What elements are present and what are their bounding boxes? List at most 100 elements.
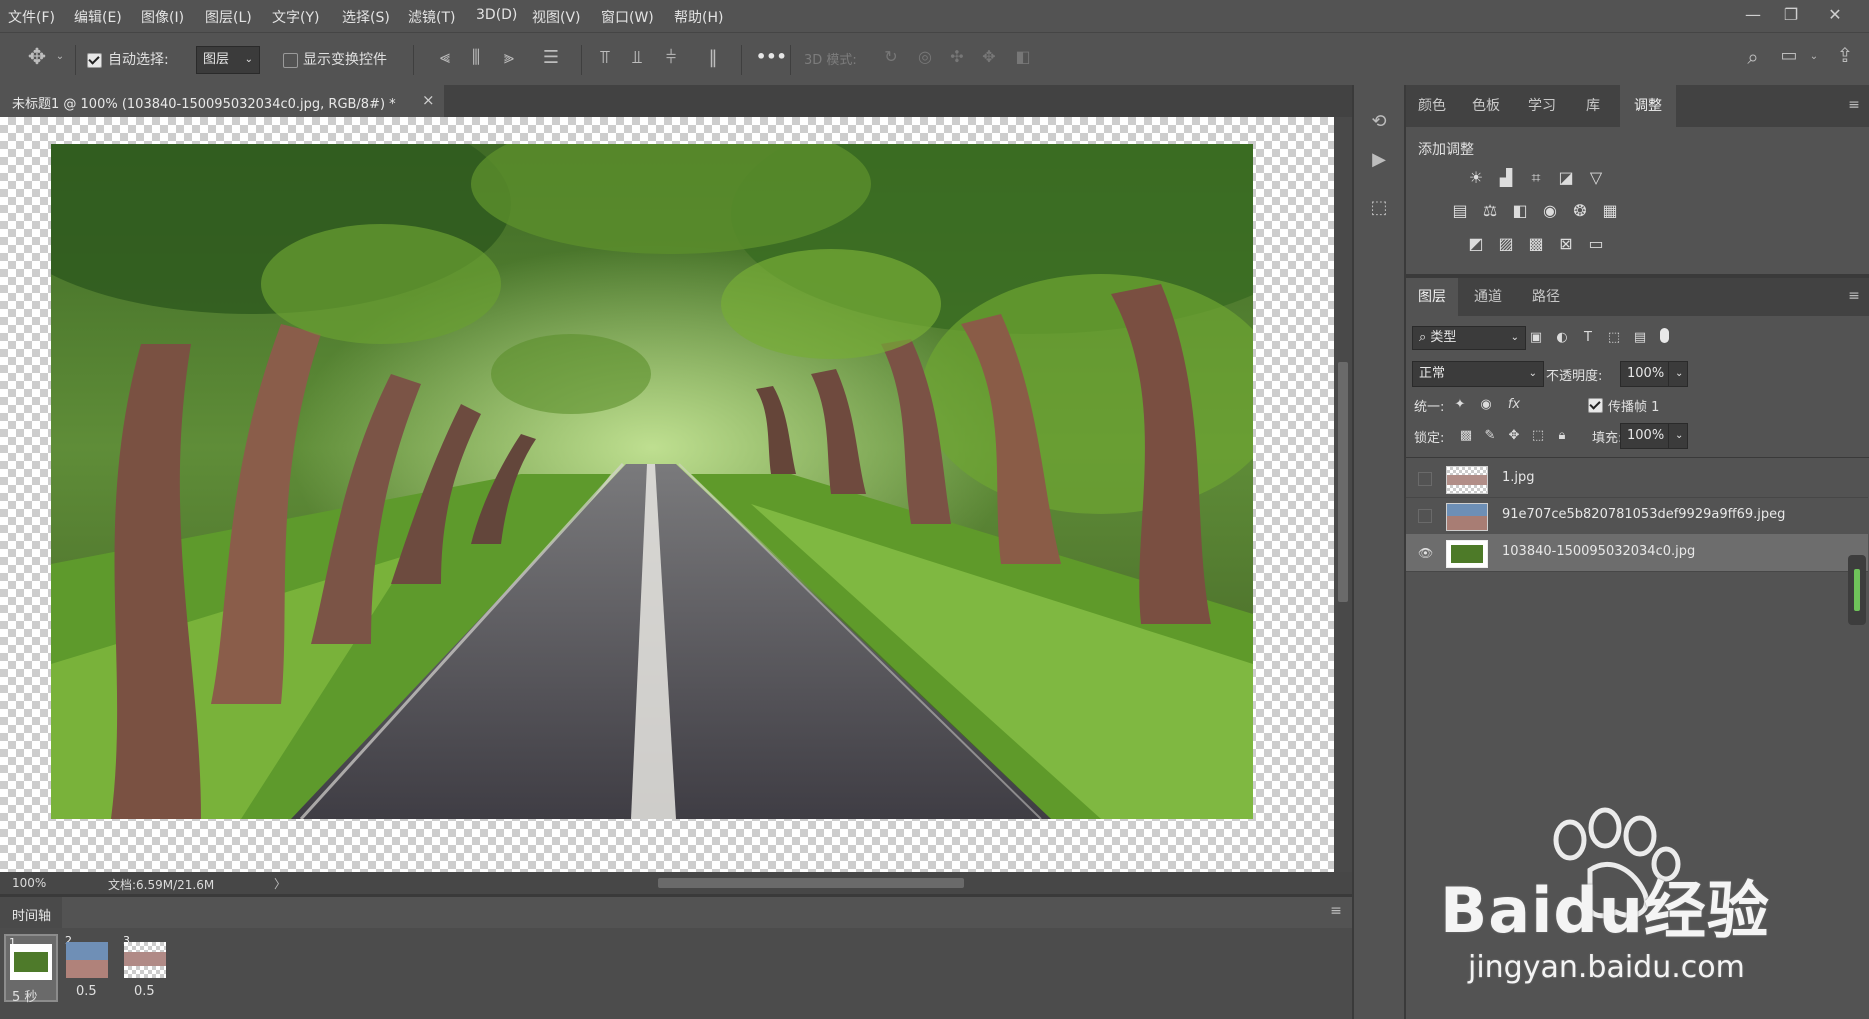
close-tab-button[interactable]: × bbox=[422, 91, 435, 109]
timeline-tab[interactable]: 时间轴 bbox=[0, 897, 62, 928]
tab-layers[interactable]: 图层 bbox=[1406, 278, 1458, 316]
unify-style-icon[interactable]: fx bbox=[1504, 396, 1524, 414]
menu-filter[interactable]: 滤镜(T) bbox=[408, 7, 455, 27]
frame-duration[interactable]: 5 秒 bbox=[12, 986, 37, 1005]
black-white-icon[interactable]: ◧ bbox=[1510, 202, 1530, 220]
distribute-vertical-icon[interactable]: ‖ bbox=[702, 47, 724, 68]
layer-filter-dropdown[interactable]: ⌕ 类型 ⌄ bbox=[1412, 326, 1526, 350]
timeline-frame[interactable]: 3 0.5 bbox=[120, 934, 170, 999]
menu-layer[interactable]: 图层(L) bbox=[205, 7, 252, 27]
tab-adjustments[interactable]: 调整 bbox=[1620, 85, 1676, 127]
tab-color[interactable]: 颜色 bbox=[1406, 85, 1458, 127]
lock-pixels-icon[interactable]: ✎ bbox=[1480, 427, 1500, 445]
lock-position-icon[interactable]: ✥ bbox=[1504, 427, 1524, 445]
align-right-icon[interactable]: ⫸ bbox=[498, 47, 520, 68]
menu-window[interactable]: 窗口(W) bbox=[601, 7, 654, 27]
unify-position-icon[interactable]: ✦ bbox=[1450, 396, 1470, 414]
auto-select-checkbox[interactable] bbox=[87, 53, 102, 68]
align-top-icon[interactable]: ⫪ bbox=[594, 47, 616, 68]
horizontal-scroll-thumb[interactable] bbox=[658, 878, 964, 888]
color-lookup-icon[interactable]: ▦ bbox=[1600, 202, 1620, 220]
fill-input[interactable]: 100% bbox=[1620, 423, 1670, 449]
3d-orbit-icon[interactable]: ↻ bbox=[880, 47, 902, 66]
menu-type[interactable]: 文字(Y) bbox=[272, 7, 319, 27]
levels-icon[interactable]: ▟ bbox=[1496, 169, 1516, 187]
3d-pan-icon[interactable]: ✣ bbox=[946, 47, 968, 66]
exposure-icon[interactable]: ◪ bbox=[1556, 169, 1576, 187]
smartobject-filter-icon[interactable]: ▤ bbox=[1630, 329, 1650, 347]
channel-mixer-icon[interactable]: ❂ bbox=[1570, 202, 1590, 220]
status-arrow[interactable]: 〉 bbox=[274, 875, 286, 892]
type-filter-icon[interactable]: T bbox=[1578, 329, 1598, 347]
3d-slide-icon[interactable]: ✥ bbox=[978, 47, 1000, 66]
more-options-button[interactable]: ••• bbox=[756, 47, 787, 66]
distribute-icon[interactable]: ☰ bbox=[540, 47, 562, 68]
opacity-dropdown[interactable]: ⌄ bbox=[1668, 361, 1688, 387]
hue-saturation-icon[interactable]: ▤ bbox=[1450, 202, 1470, 220]
document-tab[interactable]: 未标题1 @ 100% (103840-150095032034c0.jpg, … bbox=[0, 85, 444, 117]
lock-artboard-icon[interactable]: ⬚ bbox=[1528, 427, 1548, 445]
show-transform-checkbox[interactable] bbox=[283, 53, 298, 68]
align-left-icon[interactable]: ⫷ bbox=[434, 47, 456, 68]
workspace-icon[interactable]: ▭ bbox=[1776, 45, 1802, 66]
tab-libraries[interactable]: 库 bbox=[1570, 85, 1616, 127]
tab-swatches[interactable]: 色板 bbox=[1458, 85, 1514, 127]
layer-row[interactable]: 1.jpg bbox=[1406, 460, 1868, 498]
play-actions-icon[interactable]: ▶ bbox=[1368, 149, 1390, 170]
threshold-icon[interactable]: ▩ bbox=[1526, 235, 1546, 253]
visibility-toggle[interactable] bbox=[1418, 509, 1432, 523]
curves-icon[interactable]: ⌗ bbox=[1526, 169, 1546, 187]
layer-row[interactable]: 👁︎ 103840-150095032034c0.jpg bbox=[1406, 534, 1868, 572]
align-hcenter-icon[interactable]: ⫼ bbox=[465, 47, 487, 68]
layer-row[interactable]: 91e707ce5b820781053def9929a9ff69.jpeg bbox=[1406, 497, 1868, 535]
eye-icon[interactable]: 👁︎ bbox=[1418, 546, 1433, 560]
3d-camera-icon[interactable]: ◧ bbox=[1012, 47, 1034, 66]
timeline-frame[interactable]: 1 5 秒 bbox=[4, 934, 58, 1005]
blend-mode-dropdown[interactable]: 正常 ⌄ bbox=[1412, 361, 1544, 387]
scroll-thumb[interactable] bbox=[1338, 362, 1348, 602]
brightness-icon[interactable]: ☀ bbox=[1466, 169, 1486, 187]
close-window-button[interactable]: ✕ bbox=[1818, 2, 1852, 28]
vibrance-icon[interactable]: ▽ bbox=[1586, 169, 1606, 187]
zoom-level[interactable]: 100% bbox=[12, 876, 46, 890]
tab-channels[interactable]: 通道 bbox=[1458, 278, 1518, 316]
selective-color-icon[interactable]: ⊠ bbox=[1556, 235, 1576, 253]
menu-file[interactable]: 文件(F) bbox=[8, 7, 55, 27]
photo-filter-icon[interactable]: ◉ bbox=[1540, 202, 1560, 220]
filter-toggle[interactable] bbox=[1660, 328, 1669, 343]
align-vcenter-icon[interactable]: ⫫ bbox=[626, 47, 648, 68]
frame-duration[interactable]: 0.5 bbox=[134, 984, 155, 999]
tab-learn[interactable]: 学习 bbox=[1514, 85, 1570, 127]
lock-all-icon[interactable]: 🔒︎ bbox=[1552, 427, 1572, 445]
vertical-scrollbar[interactable] bbox=[1334, 117, 1352, 872]
unify-visibility-icon[interactable]: ◉ bbox=[1476, 396, 1496, 414]
canvas-area[interactable] bbox=[0, 117, 1334, 872]
fill-dropdown[interactable]: ⌄ bbox=[1668, 423, 1688, 449]
frame-duration[interactable]: 0.5 bbox=[76, 984, 97, 999]
visibility-toggle[interactable] bbox=[1418, 472, 1432, 486]
align-bottom-icon[interactable]: ⫩ bbox=[660, 47, 682, 68]
panel-menu-icon[interactable]: ≡ bbox=[1846, 288, 1862, 304]
panel-menu-icon[interactable]: ≡ bbox=[1846, 97, 1862, 113]
panel-menu-icon[interactable]: ≡ bbox=[1328, 903, 1344, 919]
gradient-map-icon[interactable]: ▭ bbox=[1586, 235, 1606, 253]
minimize-button[interactable]: — bbox=[1736, 2, 1770, 28]
tab-paths[interactable]: 路径 bbox=[1518, 278, 1574, 316]
search-icon[interactable]: ⌕ bbox=[1740, 45, 1766, 69]
share-icon[interactable]: ⇪ bbox=[1832, 43, 1858, 67]
menu-3d[interactable]: 3D(D) bbox=[476, 7, 517, 23]
history-icon[interactable]: ⟲ bbox=[1368, 111, 1390, 132]
invert-icon[interactable]: ◩ bbox=[1466, 235, 1486, 253]
restore-button[interactable]: ❐ bbox=[1774, 2, 1808, 28]
move-tool-icon[interactable]: ✥ bbox=[24, 45, 50, 70]
propagate-frame-checkbox[interactable] bbox=[1588, 398, 1603, 413]
timeline-frame[interactable]: 2 0.5 bbox=[62, 934, 112, 999]
panel-side-handle[interactable] bbox=[1848, 555, 1866, 625]
auto-select-target-dropdown[interactable]: 图层 ⌄ bbox=[196, 46, 260, 74]
shape-filter-icon[interactable]: ⬚ bbox=[1604, 329, 1624, 347]
chevron-down-icon[interactable]: ⌄ bbox=[1808, 51, 1820, 62]
menu-view[interactable]: 视图(V) bbox=[532, 7, 581, 27]
menu-select[interactable]: 选择(S) bbox=[342, 7, 390, 27]
menu-edit[interactable]: 编辑(E) bbox=[74, 7, 122, 27]
pixel-filter-icon[interactable]: ▣ bbox=[1526, 329, 1546, 347]
